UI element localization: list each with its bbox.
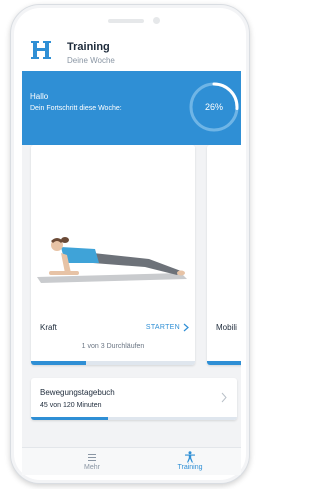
chevron-right-icon — [183, 323, 189, 332]
tab-training[interactable]: Training — [160, 450, 220, 475]
card-progress-fill — [207, 361, 241, 365]
phone-camera — [153, 17, 160, 24]
bottom-tab-bar: Mehr Training — [22, 447, 241, 475]
page-title: Training — [67, 41, 110, 53]
tab-label: Training — [177, 464, 203, 471]
card-progress-fill — [31, 361, 86, 365]
diary-value: 45 von 120 Minuten — [40, 402, 102, 409]
phone-speaker — [108, 19, 144, 23]
progress-caption: Dein Fortschritt diese Woche: — [30, 105, 122, 112]
menu-icon — [88, 454, 96, 461]
diary-progress-track — [31, 417, 237, 420]
card-progress-track — [207, 361, 241, 365]
chevron-right-icon — [221, 392, 227, 403]
tab-label: Mehr — [84, 464, 100, 471]
card-title: Kraft — [40, 323, 57, 332]
workout-card-mobility[interactable]: Mobili — [207, 145, 241, 365]
tab-more[interactable]: Mehr — [62, 450, 122, 475]
diary-progress-fill — [31, 417, 109, 420]
movement-diary-card[interactable]: Bewegungstagebuch 45 von 120 Minuten — [31, 378, 237, 420]
start-button-label: STARTEN — [145, 324, 180, 331]
training-person-icon — [185, 451, 195, 463]
greeting-text: Hallo — [30, 92, 49, 101]
card-progress-track — [31, 361, 195, 365]
h-logo-icon — [31, 41, 51, 59]
weekly-progress-banner: Hallo Dein Fortschritt diese Woche: 26% — [22, 71, 241, 145]
progress-percent-label: 26% — [204, 102, 223, 112]
app-screen: Training Deine Woche Hallo Dein Fortschr… — [22, 29, 241, 475]
card-title: Mobili — [216, 323, 237, 332]
workout-card-kraft[interactable]: Kraft STARTEN 1 von 3 Durchläufen — [31, 145, 195, 365]
card-progress-text: 1 von 3 Durchläufen — [81, 343, 145, 350]
start-button[interactable]: STARTEN — [146, 323, 189, 332]
diary-title: Bewegungstagebuch — [40, 388, 115, 397]
phone-frame: Training Deine Woche Hallo Dein Fortschr… — [10, 4, 250, 484]
page-subtitle: Deine Woche — [67, 56, 115, 65]
plank-exercise-image — [31, 145, 195, 299]
app-header: Training Deine Woche — [22, 29, 241, 71]
